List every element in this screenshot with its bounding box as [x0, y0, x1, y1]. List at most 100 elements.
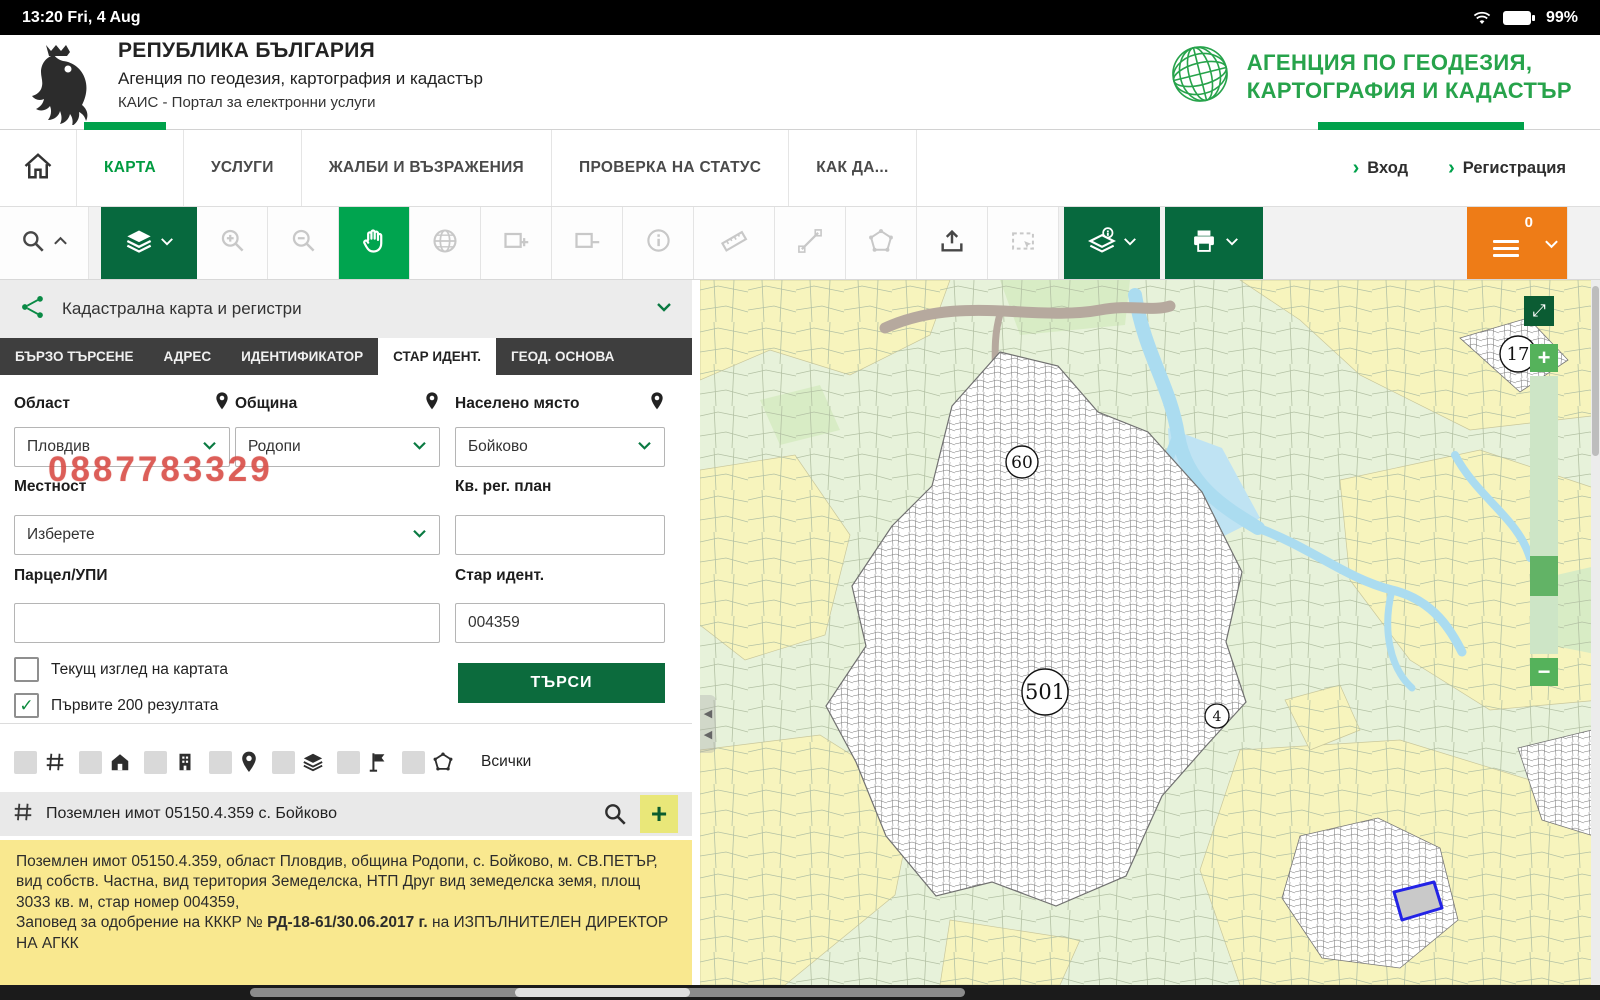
measure-line-icon — [796, 227, 824, 260]
globe-icon — [431, 227, 459, 260]
login-link[interactable]: › Вход — [1353, 158, 1408, 178]
checkbox-current-view[interactable]: Текущ изглед на картата — [14, 657, 228, 682]
toolbar-pan-button[interactable] — [339, 207, 410, 279]
result-row[interactable]: Поземлен имот 05150.4.359 с. Бойково + — [0, 792, 692, 836]
home-button[interactable] — [0, 130, 77, 206]
location-pin-icon[interactable] — [239, 750, 259, 774]
region-marker: 60 — [1011, 453, 1033, 473]
toolbar-overview-button[interactable] — [410, 207, 481, 279]
region-marker: 17 — [1507, 344, 1530, 365]
upload-icon — [938, 227, 966, 260]
toolbar-info-button[interactable] — [623, 207, 694, 279]
building-house-icon[interactable] — [109, 751, 131, 773]
nav-item-status-check[interactable]: ПРОВЕРКА НА СТАТУС — [552, 130, 790, 206]
measure-area-icon — [867, 227, 895, 260]
coat-of-arms — [16, 39, 104, 130]
search-submit-button[interactable]: ТЪРСИ — [458, 663, 665, 703]
layers-icon[interactable] — [302, 751, 324, 773]
mestnost-select[interactable]: Изберете — [14, 515, 440, 555]
naseleno-select[interactable]: Бойково — [455, 427, 665, 467]
toolbar-upload-button[interactable] — [917, 207, 988, 279]
tab-identifier[interactable]: ИДЕНТИФИКАТОР — [226, 338, 378, 375]
zoom-slider-track[interactable] — [1530, 376, 1558, 654]
vertical-scrollbar-thumb[interactable] — [1592, 286, 1599, 456]
toolbar-print-button[interactable] — [1165, 207, 1263, 279]
toolbar-zoom-out-button[interactable] — [268, 207, 339, 279]
toolbar-select-region-button[interactable] — [988, 207, 1059, 279]
toolbar-zoom-rect-out-button[interactable] — [552, 207, 623, 279]
chevron-up-icon — [53, 234, 68, 252]
filter-checkbox[interactable] — [144, 750, 167, 774]
grid-parcel-icon[interactable] — [44, 751, 66, 773]
cart-button[interactable]: 0 — [1467, 207, 1568, 279]
chevron-down-icon — [202, 438, 217, 456]
result-details-box: Поземлен имот 05150.4.359, област Пловди… — [0, 840, 692, 985]
horizontal-scrollbar-thumb-inner[interactable] — [515, 988, 690, 997]
kvartal-input[interactable] — [455, 515, 665, 555]
chevron-down-icon — [412, 526, 427, 544]
toolbar-search-button[interactable] — [0, 207, 89, 279]
filters-all-label[interactable]: Всички — [481, 753, 531, 771]
star-ident-label: Стар идент. — [455, 567, 545, 584]
survey-flag-icon[interactable] — [367, 751, 389, 773]
panel-divider — [0, 723, 692, 724]
map-zoom-out-button[interactable]: − — [1530, 658, 1558, 686]
toolbar-measure-ruler-button[interactable] — [694, 207, 775, 279]
filter-checkbox[interactable] — [402, 750, 425, 774]
toolbar-measure-area-button[interactable] — [846, 207, 917, 279]
filter-checkbox[interactable] — [337, 750, 360, 774]
toolbar-zoom-in-button[interactable] — [197, 207, 268, 279]
vertical-scrollbar[interactable] — [1591, 280, 1600, 985]
filter-checkbox[interactable] — [14, 750, 37, 774]
horizontal-scrollbar[interactable] — [0, 985, 1600, 1000]
toolbar-zoom-rect-in-button[interactable] — [481, 207, 552, 279]
parcel-input[interactable] — [14, 603, 440, 643]
tab-quick-search[interactable]: БЪРЗО ТЪРСЕНЕ — [0, 338, 148, 375]
location-pin-icon — [214, 390, 230, 417]
agency-logo-line1: АГЕНЦИЯ ПО ГЕОДЕЗИЯ, — [1246, 50, 1533, 75]
printer-icon — [1190, 227, 1218, 260]
register-link[interactable]: › Регистрация — [1448, 158, 1566, 178]
register-arrow-icon: › — [1448, 157, 1455, 179]
globe-logo-icon — [1167, 41, 1233, 112]
kvartal-label: Кв. рег. план — [455, 478, 552, 495]
map-zoom-in-button[interactable]: + — [1530, 344, 1558, 372]
chevron-down-icon — [1225, 234, 1239, 252]
filter-checkbox[interactable] — [209, 750, 232, 774]
toolbar-layers-button[interactable] — [101, 207, 197, 279]
toolbar-layer-info-button[interactable] — [1064, 207, 1160, 279]
site-header: РЕПУБЛИКА БЪЛГАРИЯ Агенция по геодезия, … — [0, 35, 1600, 129]
status-time: 13:20 Fri, 4 Aug — [22, 8, 141, 26]
checkbox-first-200[interactable]: ✓ Първите 200 резултата — [14, 693, 218, 718]
collapse-arrow-icon: ◀ — [703, 708, 713, 720]
agency-logo: АГЕНЦИЯ ПО ГЕОДЕЗИЯ, КАРТОГРАФИЯ И КАДАС… — [1167, 41, 1572, 112]
nav-item-howto[interactable]: КАК ДА... — [789, 130, 917, 206]
polygon-zone-icon[interactable] — [432, 751, 454, 773]
fullscreen-button[interactable]: ⤢ — [1524, 296, 1554, 326]
filter-checkbox[interactable] — [79, 750, 102, 774]
toolbar-measure-line-button[interactable] — [775, 207, 846, 279]
nav-item-map[interactable]: КАРТА — [77, 130, 184, 206]
battery-icon — [1502, 10, 1536, 26]
nav-item-complaints[interactable]: ЖАЛБИ И ВЪЗРАЖЕНИЯ — [302, 130, 552, 206]
map-render: 60 501 4 17 — [700, 280, 1600, 985]
result-add-button[interactable]: + — [640, 795, 678, 833]
filter-checkbox[interactable] — [272, 750, 295, 774]
cadastral-map-canvas[interactable]: 60 501 4 17 ⤢ + − ◀ ◀ — [700, 280, 1600, 985]
map-type-value: Кадастрална карта и регистри — [62, 299, 302, 318]
tab-address[interactable]: АДРЕС — [148, 338, 226, 375]
location-pin-icon — [424, 390, 440, 417]
tab-old-identifier[interactable]: СТАР ИДЕНТ. — [378, 338, 496, 375]
oblast-select[interactable]: Пловдив — [14, 427, 230, 467]
info-icon — [645, 227, 672, 259]
result-zoom-to-icon[interactable] — [602, 801, 628, 827]
zoom-slider-thumb[interactable] — [1530, 556, 1558, 596]
apartment-icon[interactable] — [174, 751, 196, 773]
star-ident-input[interactable] — [455, 603, 665, 643]
grid-parcel-icon — [12, 801, 34, 828]
panel-collapse-handle[interactable]: ◀ ◀ — [700, 695, 716, 753]
nav-item-services[interactable]: УСЛУГИ — [184, 130, 302, 206]
map-type-selector[interactable]: Кадастрална карта и регистри — [0, 280, 692, 338]
obshtina-select[interactable]: Родопи — [235, 427, 440, 467]
tab-geodetic-basis[interactable]: ГЕОД. ОСНОВА — [496, 338, 629, 375]
